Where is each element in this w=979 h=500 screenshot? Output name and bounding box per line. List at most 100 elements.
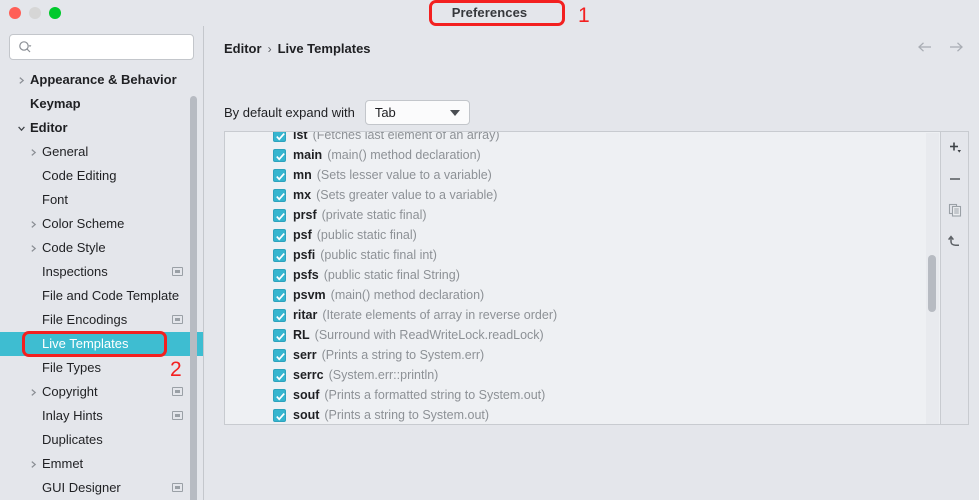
- template-description: (Prints a formatted string to System.out…: [324, 388, 546, 402]
- template-description: (Prints a string to System.err): [321, 348, 485, 362]
- template-checkbox[interactable]: [273, 148, 286, 162]
- breadcrumb-parent[interactable]: Editor: [224, 41, 262, 56]
- template-checkbox[interactable]: [273, 228, 286, 242]
- template-row[interactable]: mx (Sets greater value to a variable): [225, 185, 940, 205]
- template-description: (Fetches last element of an array): [312, 131, 500, 142]
- template-checkbox[interactable]: [273, 388, 286, 402]
- template-checkbox[interactable]: [273, 308, 286, 322]
- sidebar-item-duplicates[interactable]: Duplicates: [0, 428, 203, 452]
- sidebar-scrollbar[interactable]: [190, 96, 197, 500]
- template-row[interactable]: prsf (private static final): [225, 205, 940, 225]
- search-box[interactable]: [9, 34, 194, 60]
- sidebar-item-inspections[interactable]: Inspections: [0, 260, 203, 284]
- arrow-left-icon[interactable]: [916, 38, 934, 56]
- template-checkbox[interactable]: [273, 208, 286, 222]
- template-checkbox[interactable]: [273, 168, 286, 182]
- breadcrumb-current: Live Templates: [277, 41, 371, 56]
- template-abbreviation: souf: [293, 388, 320, 402]
- chevron-right-icon: [14, 68, 28, 92]
- template-abbreviation: main: [293, 148, 323, 162]
- template-row[interactable]: psfs (public static final String): [225, 265, 940, 285]
- templates-list[interactable]: lst (Fetches last element of an array) mai…: [224, 131, 941, 425]
- window-title: Preferences: [0, 3, 979, 22]
- template-description: (main() method declaration): [330, 288, 485, 302]
- remove-template-button[interactable]: [941, 163, 969, 194]
- template-row[interactable]: serr (Prints a string to System.err): [225, 345, 940, 365]
- template-checkbox[interactable]: [273, 268, 286, 282]
- template-row[interactable]: psf (public static final): [225, 225, 940, 245]
- annotation-number-1: 1: [578, 4, 590, 27]
- sidebar-item-general[interactable]: General: [0, 140, 203, 164]
- template-row[interactable]: sout (Prints a string to System.out): [225, 405, 940, 424]
- template-checkbox[interactable]: [273, 288, 286, 302]
- expand-with-label: By default expand with: [224, 105, 355, 120]
- settings-tree[interactable]: Appearance & Behavior Keymap Editor General…: [0, 66, 203, 500]
- sidebar-item-editor[interactable]: Editor: [0, 116, 203, 140]
- sidebar-item-emmet[interactable]: Emmet: [0, 452, 203, 476]
- templates-scrollbar-thumb[interactable]: [928, 255, 936, 312]
- template-checkbox[interactable]: [273, 368, 286, 382]
- expand-with-select[interactable]: Tab: [364, 100, 470, 125]
- template-row[interactable]: psvm (main() method declaration): [225, 285, 940, 305]
- chevron-down-icon: [449, 110, 460, 116]
- template-description: (private static final): [321, 208, 427, 222]
- template-checkbox[interactable]: [273, 188, 286, 202]
- sidebar-item-code-editing[interactable]: Code Editing: [0, 164, 203, 188]
- arrow-right-icon[interactable]: [947, 38, 965, 56]
- project-scope-icon: [172, 411, 183, 420]
- sidebar-item-label: Editor: [30, 120, 68, 135]
- template-row[interactable]: serrc (System.err::println): [225, 365, 940, 385]
- sidebar-item-label: Inlay Hints: [42, 408, 103, 423]
- sidebar-item-appearance-behavior[interactable]: Appearance & Behavior: [0, 68, 203, 92]
- chevron-right-icon: [26, 380, 40, 404]
- sidebar-item-label: Keymap: [30, 96, 81, 111]
- template-checkbox[interactable]: [273, 408, 286, 422]
- template-checkbox[interactable]: [273, 248, 286, 262]
- template-row[interactable]: souf (Prints a formatted string to System…: [225, 385, 940, 405]
- sidebar-item-gui-designer[interactable]: GUI Designer: [0, 476, 203, 500]
- sidebar-item-label: File Types: [42, 360, 102, 375]
- sidebar-item-font[interactable]: Font: [0, 188, 203, 212]
- duplicate-template-button[interactable]: [941, 194, 969, 225]
- templates-scrollbar-track[interactable]: [926, 133, 939, 424]
- template-description: (Iterate elements of array in reverse or…: [322, 308, 558, 322]
- sidebar-item-color-scheme[interactable]: Color Scheme: [0, 212, 203, 236]
- chevron-right-icon: [26, 140, 40, 164]
- template-row[interactable]: psfi (public static final int): [225, 245, 940, 265]
- sidebar-item-label: File Encodings: [42, 312, 128, 327]
- search-input[interactable]: [38, 35, 189, 59]
- template-checkbox[interactable]: [273, 328, 286, 342]
- template-description: (Prints a string to System.out): [324, 408, 490, 422]
- sidebar-item-file-and-code-template[interactable]: File and Code Template: [0, 284, 203, 308]
- template-row[interactable]: RL (Surround with ReadWriteLock.readLock): [225, 325, 940, 345]
- template-row[interactable]: lst (Fetches last element of an array): [225, 131, 940, 145]
- settings-sidebar[interactable]: Appearance & Behavior Keymap Editor General…: [0, 26, 204, 500]
- template-checkbox[interactable]: [273, 132, 286, 142]
- sidebar-item-label: File and Code Template: [42, 288, 180, 303]
- template-abbreviation: ritar: [293, 308, 318, 322]
- sidebar-item-code-style[interactable]: Code Style: [0, 236, 203, 260]
- expand-with-row: By default expand with Tab: [224, 100, 470, 125]
- sidebar-item-live-templates[interactable]: Live Templates: [0, 332, 203, 356]
- project-scope-icon: [172, 483, 183, 492]
- template-row[interactable]: main (main() method declaration): [225, 145, 940, 165]
- template-checkbox[interactable]: [273, 348, 286, 362]
- sidebar-item-label: Duplicates: [42, 432, 103, 447]
- sidebar-item-keymap[interactable]: Keymap: [0, 92, 203, 116]
- title-bar: Preferences: [0, 0, 979, 26]
- template-row[interactable]: mn (Sets lesser value to a variable): [225, 165, 940, 185]
- sidebar-item-inlay-hints[interactable]: Inlay Hints: [0, 404, 203, 428]
- template-description: (Surround with ReadWriteLock.readLock): [314, 328, 544, 342]
- revert-template-button[interactable]: [941, 225, 969, 256]
- chevron-right-icon: [26, 236, 40, 260]
- add-template-button[interactable]: [941, 132, 969, 163]
- sidebar-item-file-encodings[interactable]: File Encodings: [0, 308, 203, 332]
- sidebar-item-copyright[interactable]: Copyright: [0, 380, 203, 404]
- template-row[interactable]: ritar (Iterate elements of array in rever…: [225, 305, 940, 325]
